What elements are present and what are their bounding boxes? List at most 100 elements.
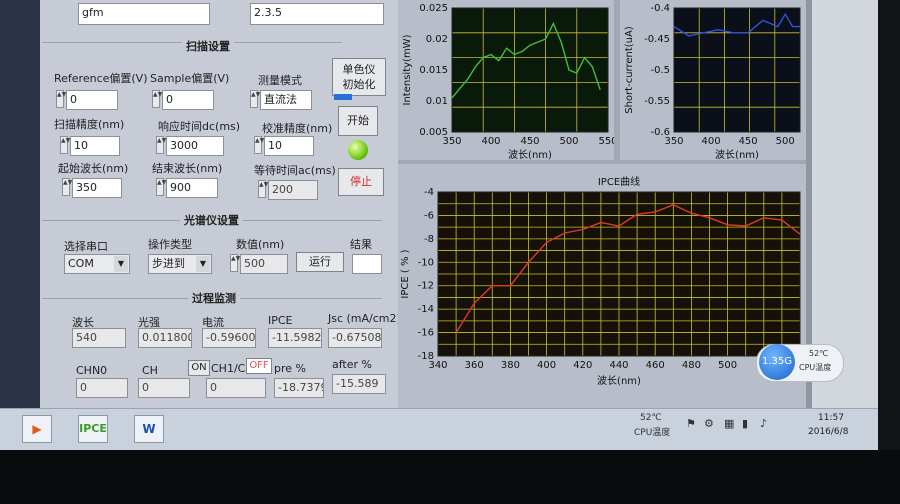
tray-network-icon[interactable]: ▦ — [724, 417, 734, 430]
start-wavelength-spinner[interactable]: ▲▼ — [62, 178, 72, 196]
x-tick-label: 400 — [537, 360, 556, 371]
jsc-label: Jsc (mA/cm2) — [328, 312, 401, 325]
x-tick-label: 480 — [682, 360, 701, 371]
scan-precision-input[interactable]: 10 — [70, 136, 120, 156]
measure-mode-label: 测量模式 — [258, 74, 302, 87]
y-tick-label: -18 — [418, 351, 434, 362]
x-tick-label: 360 — [465, 360, 484, 371]
scan-precision-label: 扫描精度(nm) — [54, 118, 125, 131]
x-tick-label: 500 — [776, 136, 795, 147]
chn0-label: CHN0 — [76, 364, 108, 377]
tray-volume-icon[interactable]: ♪ — [760, 417, 767, 430]
operation-type-select[interactable]: 步进到 ▼ — [148, 254, 212, 274]
measure-mode-spinner[interactable]: ▲▼ — [250, 90, 260, 108]
x-axis-label: 波长(nm) — [508, 148, 552, 161]
chevron-down-icon[interactable]: ▼ — [114, 256, 128, 272]
wait-time-spinner[interactable]: ▲▼ — [258, 180, 268, 198]
cpu-monitor-widget[interactable]: 1.35G 52℃ CPU温度 — [756, 344, 844, 382]
y-tick-label: -0.5 — [650, 65, 670, 76]
ch1c-label: CH1/C — [211, 362, 246, 375]
value-nm-spinner[interactable]: ▲▼ — [230, 254, 240, 272]
y-tick-label: -10 — [418, 257, 434, 268]
reference-bias-input[interactable]: 0 — [66, 90, 118, 110]
end-wavelength-spinner[interactable]: ▲▼ — [156, 178, 166, 196]
cpu-temp-label: CPU温度 — [799, 363, 832, 372]
x-tick-label: 500 — [718, 360, 737, 371]
result-field — [352, 254, 382, 274]
chart-title: IPCE曲线 — [598, 175, 640, 188]
ipce-app-icon[interactable]: IPCE — [78, 415, 108, 443]
init-button-line1: 单色仪 — [342, 63, 376, 76]
taskbar: ▶ IPCE W 52℃ CPU温度 ⚑ ⚙ ▦ ▮ ♪ 11:57 2016/… — [0, 408, 878, 450]
wait-time-input[interactable]: 200 — [268, 180, 318, 200]
scan-precision-spinner[interactable]: ▲▼ — [60, 136, 70, 154]
on-toggle[interactable]: ON — [188, 360, 210, 376]
value-nm-input[interactable]: 500 — [240, 254, 288, 274]
sample-bias-spinner[interactable]: ▲▼ — [152, 90, 162, 108]
chart-svg-0: 3504004505005500.0250.020.0150.010.005波长… — [402, 3, 614, 161]
screen: gfm 2.3.5 扫描设置 Reference偏置(V) Sample偏置(V… — [0, 0, 878, 450]
stop-button[interactable]: 停止 — [338, 168, 384, 196]
response-time-spinner[interactable]: ▲▼ — [156, 136, 166, 154]
ch-label: CH — [142, 364, 158, 377]
end-wavelength-input[interactable]: 900 — [166, 178, 218, 198]
tray-cpu-label: CPU温度 — [634, 428, 671, 438]
run-button[interactable]: 运行 — [296, 252, 344, 272]
y-tick-label: -4 — [424, 187, 434, 198]
chevron-down-icon[interactable]: ▼ — [196, 256, 210, 272]
status-led-icon — [348, 140, 368, 160]
calib-precision-spinner[interactable]: ▲▼ — [254, 136, 264, 154]
y-tick-label: 0.01 — [426, 96, 448, 107]
operation-type-value: 步进到 — [152, 257, 185, 270]
y-tick-label: 0.02 — [426, 34, 448, 45]
y-axis-label: Intensity(mW) — [402, 34, 413, 105]
x-tick-label: 400 — [481, 136, 500, 147]
monitor-bezel-right — [878, 0, 900, 450]
y-tick-label: -6 — [424, 210, 434, 221]
x-tick-label: 420 — [573, 360, 592, 371]
start-wavelength-input[interactable]: 350 — [72, 178, 122, 198]
calib-precision-input[interactable]: 10 — [264, 136, 314, 156]
clock-date[interactable]: 2016/6/8 — [808, 427, 848, 437]
start-button[interactable]: 开始 — [338, 106, 378, 136]
current-value: -0.59600 — [202, 328, 256, 348]
tray-tool-icon[interactable]: ⚙ — [704, 417, 714, 430]
word-app-icon[interactable]: W — [134, 415, 164, 443]
monitor-bezel-bottom — [0, 450, 900, 504]
y-tick-label: 0.025 — [419, 3, 448, 14]
y-axis-label: Short-current(uA) — [624, 26, 635, 114]
y-tick-label: -0.45 — [644, 34, 670, 45]
end-wavelength-label: 结束波长(nm) — [152, 162, 223, 175]
reference-bias-label: Reference偏置(V) — [54, 72, 148, 85]
reference-bias-spinner[interactable]: ▲▼ — [56, 90, 66, 108]
short-current-chart: 350 400 450 500 -0.4 -0.45 -0.5 -0.55 -0.6 波长(nm)… — [620, 0, 806, 164]
media-player-icon[interactable]: ▶ — [22, 415, 52, 443]
x-tick-label: 500 — [559, 136, 578, 147]
response-time-input[interactable]: 3000 — [166, 136, 224, 156]
y-tick-label: -0.6 — [650, 127, 670, 138]
x-tick-label: 460 — [646, 360, 665, 371]
serial-port-select[interactable]: COM ▼ — [64, 254, 130, 274]
tray-battery-icon[interactable]: ▮ — [742, 417, 748, 430]
y-tick-label: -14 — [418, 304, 434, 315]
top-field-left[interactable]: gfm — [78, 3, 210, 25]
y-tick-label: 0.015 — [419, 65, 448, 76]
ipce-chart: 34036038040042044046048050052-4-6-8-10-1… — [398, 170, 806, 390]
monochromator-init-button[interactable]: 单色仪 初始化 — [332, 58, 386, 96]
sample-bias-input[interactable]: 0 — [162, 90, 214, 110]
plot-area — [452, 8, 608, 132]
measure-mode-select[interactable]: 直流法 — [260, 90, 312, 110]
spectrometer-section-title: 光谱仪设置 — [180, 212, 243, 228]
pre-percent-value: -18.7379 — [274, 378, 324, 398]
tray-flag-icon[interactable]: ⚑ — [686, 417, 696, 430]
x-tick-label: 550 — [598, 136, 614, 147]
clock-time[interactable]: 11:57 — [818, 413, 844, 423]
y-tick-label: -12 — [418, 281, 434, 292]
off-toggle[interactable]: OFF — [246, 358, 272, 374]
x-tick-label: 380 — [501, 360, 520, 371]
y-axis-label: IPCE ( % ) — [400, 249, 411, 298]
top-field-right[interactable]: 2.3.5 — [250, 3, 384, 25]
sample-bias-label: Sample偏置(V) — [150, 72, 230, 85]
wavelength-value: 540 — [72, 328, 126, 348]
control-panel: gfm 2.3.5 扫描设置 Reference偏置(V) Sample偏置(V… — [40, 0, 401, 408]
